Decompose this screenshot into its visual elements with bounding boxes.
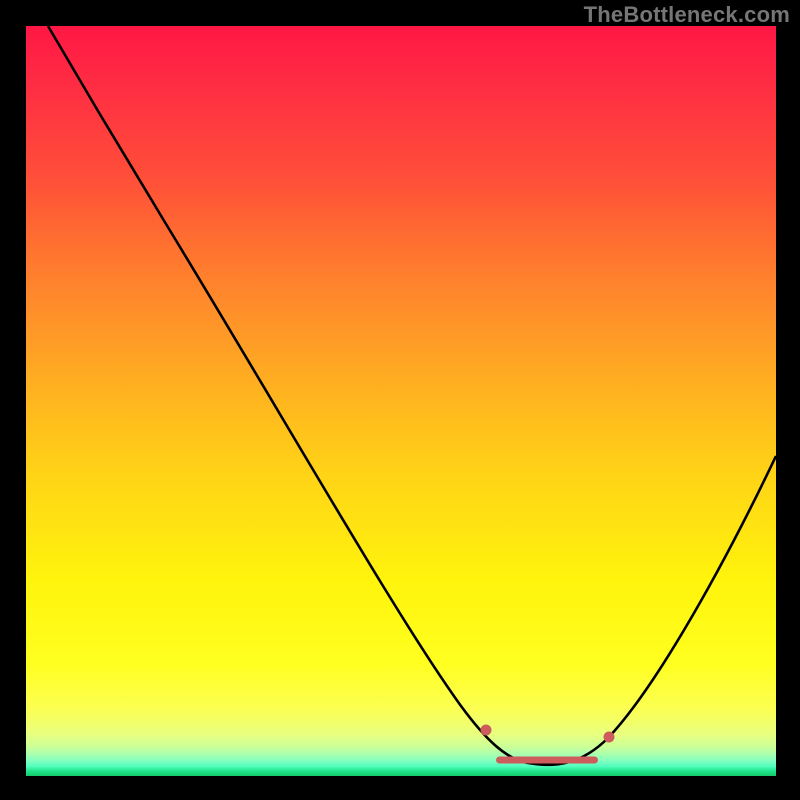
marker-flat-segment bbox=[496, 756, 597, 763]
chart-frame: TheBottleneck.com bbox=[0, 0, 800, 800]
background-gradient bbox=[26, 26, 776, 776]
marker-left bbox=[480, 724, 491, 735]
watermark-text: TheBottleneck.com bbox=[584, 2, 790, 28]
plot-area bbox=[26, 26, 776, 776]
marker-right bbox=[603, 732, 614, 743]
